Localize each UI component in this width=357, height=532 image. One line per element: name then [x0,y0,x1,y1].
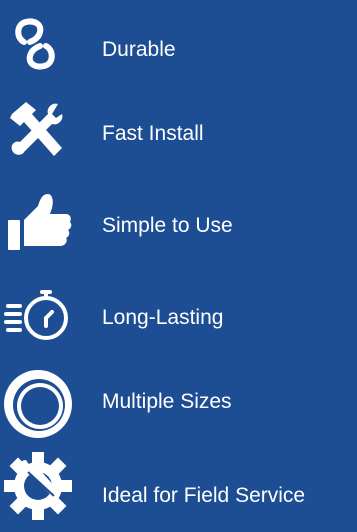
feature-item-fast-install: Fast Install [0,92,357,172]
concentric-rings-icon [2,368,74,440]
feature-item-ideal-for-field-service: Ideal for Field Service [0,446,357,526]
feature-label-multiple-sizes: Multiple Sizes [102,390,232,413]
feature-item-simple-to-use: Simple to Use [0,184,357,264]
feature-label-durable: Durable [102,38,176,61]
feature-label-fast-install: Fast Install [102,122,204,145]
hammer-wrench-icon [2,94,74,166]
feature-item-multiple-sizes: Multiple Sizes [0,364,357,444]
thumbs-up-icon [2,186,74,258]
feature-item-durable: Durable [0,4,357,84]
feature-label-long-lasting: Long-Lasting [102,306,224,329]
feature-label-ideal-for-field-service: Ideal for Field Service [102,484,306,507]
chain-link-icon [2,8,74,80]
stopwatch-icon [2,280,74,352]
feature-list: Durable Fast Install Simple to Use Long-… [0,0,357,532]
gear-wrench-icon [2,450,74,522]
feature-item-long-lasting: Long-Lasting [0,278,357,358]
feature-label-simple-to-use: Simple to Use [102,214,233,237]
